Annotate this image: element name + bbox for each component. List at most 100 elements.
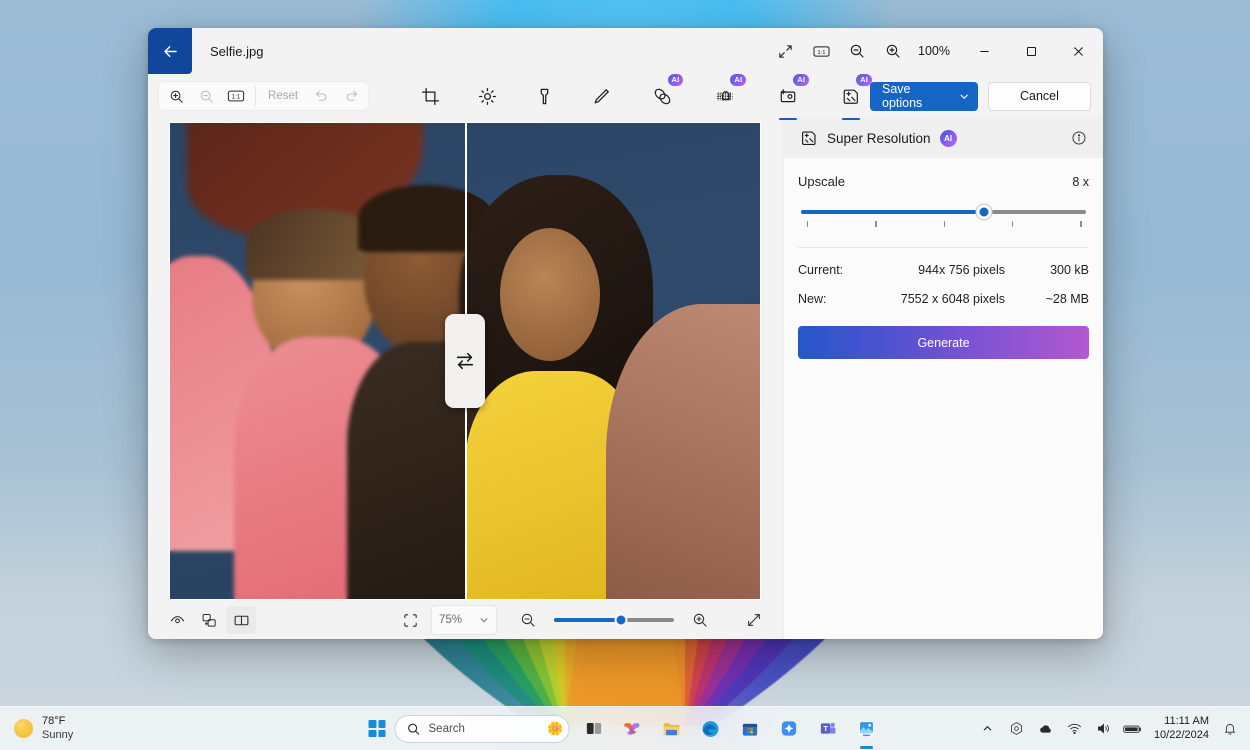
undo-icon[interactable]	[306, 82, 336, 110]
photos-app-icon[interactable]	[852, 714, 882, 744]
zoom-in-icon[interactable]	[876, 34, 910, 68]
cancel-button[interactable]: Cancel	[987, 81, 1091, 111]
save-options-button[interactable]: Save options	[870, 81, 978, 111]
actual-size-1to1-icon[interactable]: 1:1	[804, 34, 838, 68]
compare-original-icon[interactable]	[194, 606, 224, 634]
zoom-out-icon[interactable]	[191, 82, 221, 110]
slider-tick	[875, 221, 877, 227]
document-title: Selfie.jpg	[210, 43, 264, 59]
slider-tick	[1080, 221, 1082, 227]
onedrive-sync-icon[interactable]	[1007, 719, 1027, 739]
fit-to-window-icon[interactable]	[768, 34, 802, 68]
task-view-icon[interactable]	[579, 714, 609, 744]
ai-badge: AI	[793, 74, 810, 86]
copilot-365-icon[interactable]	[774, 714, 804, 744]
ai-badge: AI	[667, 74, 684, 86]
zoom-in-icon[interactable]	[161, 82, 191, 110]
comparison-handle[interactable]	[444, 314, 485, 408]
microsoft-store-icon[interactable]	[735, 714, 765, 744]
fit-to-screen-icon[interactable]	[395, 606, 425, 634]
adjustment-tool[interactable]	[468, 78, 506, 114]
photo-comparison-canvas[interactable]	[168, 122, 761, 600]
zoom-level-value: 75%	[439, 614, 463, 626]
zoom-out-icon[interactable]	[513, 606, 543, 634]
close-button[interactable]	[1056, 28, 1101, 74]
weather-widget[interactable]: 78°F Sunny	[0, 715, 300, 743]
zoom-slider[interactable]	[554, 613, 674, 627]
bell-icon[interactable]	[1220, 719, 1240, 739]
taskbar-center-group: Search 🌼 T	[368, 714, 882, 744]
swap-compare-icon	[456, 352, 473, 370]
cloud-icon[interactable]	[1036, 719, 1056, 739]
chevron-down-icon	[480, 618, 488, 623]
volume-icon[interactable]	[1094, 719, 1114, 739]
blur-background-tool[interactable]: AI	[706, 74, 747, 114]
new-dimensions: 7552 x 6048 pixels	[900, 292, 1005, 306]
actual-size-1to1-icon[interactable]: 1:1	[221, 82, 251, 110]
battery-icon[interactable]	[1123, 719, 1143, 739]
system-tray: 11:11 AM 10/22/2024	[978, 715, 1240, 743]
clock[interactable]: 11:11 AM 10/22/2024	[1152, 715, 1211, 743]
svg-text:1:1: 1:1	[817, 49, 825, 55]
super-resolution-tool[interactable]: AI	[832, 74, 872, 120]
upscale-row: Upscale 8 x	[798, 174, 1089, 189]
weather-temperature: 78°F	[42, 714, 66, 727]
wifi-icon[interactable]	[1065, 719, 1085, 739]
editor-body: 75% Super Resolution AI Upscale 8 x Curr…	[148, 118, 1103, 639]
upscale-slider[interactable]	[798, 204, 1089, 227]
clock-time: 11:11 AM	[1164, 714, 1209, 727]
super-resolution-icon	[802, 131, 816, 145]
active-tab-underline	[841, 117, 860, 120]
show-hidden-icons-chevron[interactable]	[978, 719, 998, 739]
divider	[255, 86, 256, 106]
crop-tool[interactable]	[411, 78, 449, 114]
maximize-button[interactable]	[1009, 28, 1054, 74]
minimize-button[interactable]	[962, 28, 1007, 74]
upscale-slider-thumb[interactable]	[976, 204, 992, 220]
lotus-icon[interactable]: 🌼	[547, 721, 563, 737]
photo-before-blur-overlay	[169, 123, 465, 599]
canvas-column: 75%	[148, 118, 783, 639]
zoom-out-icon[interactable]	[840, 34, 874, 68]
edge-browser-icon[interactable]	[696, 714, 726, 744]
copilot-icon[interactable]	[618, 714, 648, 744]
slider-tick	[806, 221, 809, 227]
slider-tick	[943, 221, 945, 227]
info-icon[interactable]	[1067, 126, 1091, 150]
current-dimensions: 944x 756 pixels	[918, 263, 1005, 277]
ai-badge: AI	[730, 74, 747, 86]
titlebar-zoom-percent: 100%	[918, 44, 950, 58]
search-placeholder: Search	[428, 722, 465, 735]
upscale-label: Upscale	[798, 174, 845, 189]
canvas-bottom-bar: 75%	[148, 600, 783, 639]
windows-start-icon[interactable]	[368, 720, 386, 737]
fullscreen-icon[interactable]	[739, 606, 769, 634]
file-explorer-icon[interactable]	[657, 714, 687, 744]
current-info-row: Current: 944x 756 pixels 300 kB	[798, 263, 1089, 277]
redo-icon[interactable]	[336, 82, 366, 110]
super-resolution-panel: Super Resolution AI Upscale 8 x Current:…	[783, 118, 1103, 639]
ai-badge: AI	[939, 129, 957, 147]
zoom-slider-thumb[interactable]	[614, 613, 628, 627]
panel-body: Upscale 8 x Current: 944x 756 pixels 300…	[784, 158, 1103, 359]
reset-button[interactable]: Reset	[260, 90, 306, 102]
generative-erase-tool[interactable]: AI	[769, 74, 810, 120]
back-button[interactable]	[148, 28, 192, 74]
generate-button[interactable]: Generate	[798, 326, 1089, 359]
microsoft-teams-icon[interactable]: T	[813, 714, 843, 744]
zoom-level-select[interactable]: 75%	[431, 605, 497, 635]
erase-tool[interactable]: AI	[643, 74, 684, 114]
side-by-side-view-icon[interactable]	[226, 606, 256, 634]
clock-date: 10/22/2024	[1153, 728, 1209, 741]
zoom-in-icon[interactable]	[685, 606, 715, 634]
current-size: 300 kB	[1050, 263, 1089, 277]
svg-text:1:1: 1:1	[232, 93, 241, 100]
ai-badge: AI	[856, 74, 872, 86]
preview-eye-icon[interactable]	[162, 606, 192, 634]
zoom-slider-fill	[554, 618, 622, 622]
markup-tool[interactable]	[582, 78, 620, 114]
filters-tool[interactable]	[525, 78, 563, 114]
search-input[interactable]: Search 🌼	[394, 714, 570, 743]
panel-header: Super Resolution AI	[784, 118, 1103, 158]
photos-app-window: Selfie.jpg 1:1 100% 1:1 Reset AI AI AI A…	[148, 28, 1103, 639]
